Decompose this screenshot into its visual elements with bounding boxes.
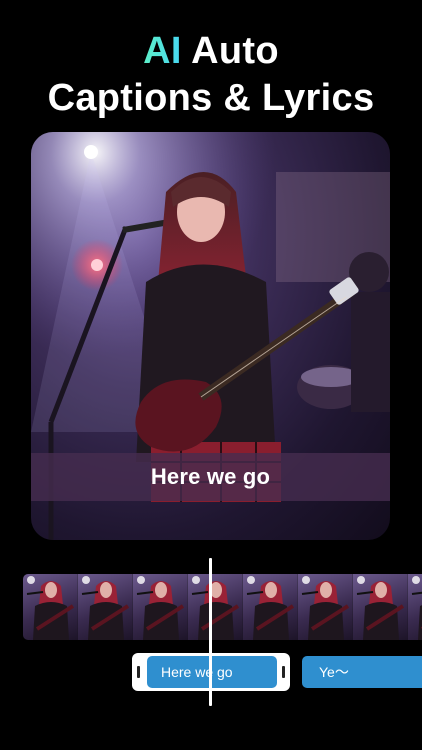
caption-clip-1-label: Here we go — [161, 664, 233, 680]
caption-clip-2[interactable]: Ye～ — [302, 656, 422, 688]
headline-line-1: AI Auto — [0, 28, 422, 75]
caption-clip-2-label: Ye～ — [319, 664, 349, 680]
filmstrip-frame — [78, 574, 133, 640]
filmstrip-frame — [23, 574, 78, 640]
filmstrip-frame — [188, 574, 243, 640]
clip-trim-handle-right[interactable] — [282, 666, 285, 678]
clip-trim-handle-left[interactable] — [137, 666, 140, 678]
timeline-playhead[interactable] — [209, 558, 212, 706]
caption-clip-1[interactable]: Here we go — [147, 656, 277, 688]
video-filmstrip[interactable] — [23, 574, 422, 640]
caption-overlay[interactable]: Here we go — [31, 453, 390, 501]
caption-overlay-text: Here we go — [150, 464, 271, 489]
headline-line-2: Captions & Lyrics — [47, 77, 375, 119]
headline-line-1-rest: Auto — [181, 30, 279, 72]
app-screen: AI Auto Captions & Lyrics Here we go Her… — [0, 0, 422, 750]
filmstrip-frame — [353, 574, 408, 640]
headline: AI Auto Captions & Lyrics — [0, 28, 422, 122]
filmstrip-frame — [243, 574, 298, 640]
headline-accent: AI — [143, 30, 182, 72]
filmstrip-frame — [408, 574, 422, 640]
filmstrip-frame — [298, 574, 353, 640]
filmstrip-frame — [133, 574, 188, 640]
